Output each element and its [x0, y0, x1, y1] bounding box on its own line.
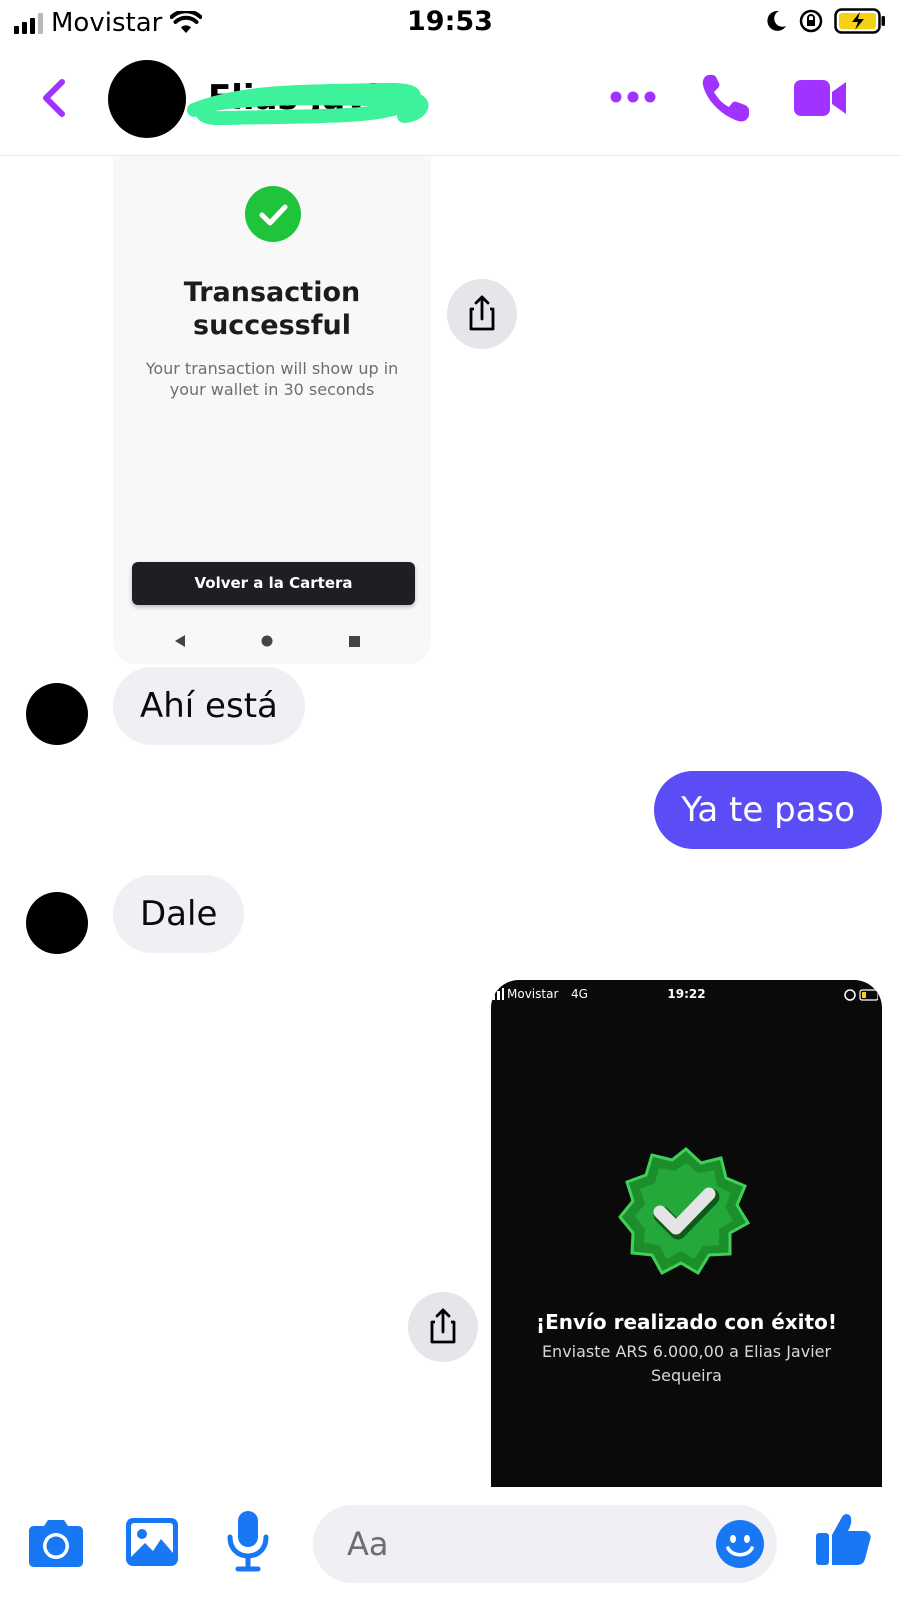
gallery-button[interactable] — [124, 1514, 180, 1570]
rotation-lock-icon — [799, 9, 823, 33]
microphone-button[interactable] — [224, 1509, 272, 1573]
status-bar: Movistar 19:53 — [0, 0, 900, 46]
sender-avatar[interactable] — [26, 683, 88, 745]
battery-icon — [834, 8, 885, 34]
call-button[interactable] — [700, 72, 752, 124]
back-button[interactable] — [34, 76, 74, 120]
wallet-button: Volver a la Cartera — [132, 562, 415, 605]
transaction-subtitle: Your transaction will show up in your wa… — [145, 359, 399, 399]
sender-avatar[interactable] — [26, 892, 88, 954]
video-call-button[interactable] — [792, 76, 848, 120]
chat-header: Elias Javier — [0, 46, 900, 156]
image-message-transfer[interactable]: Movistar 4G 19:22 ¡Envío realizado con é… — [491, 980, 882, 1487]
screenshot-time: 19:22 — [667, 987, 706, 1001]
message-bubble-received[interactable]: Ahí está — [113, 667, 305, 745]
share-icon — [430, 1308, 456, 1344]
emoji-button[interactable] — [715, 1519, 765, 1569]
message-composer: Aa — [0, 1487, 900, 1600]
image-message-transaction[interactable]: Transaction successful Your transaction … — [113, 156, 431, 664]
like-button[interactable] — [814, 1509, 872, 1567]
status-right — [764, 8, 886, 34]
transaction-title: Transaction successful — [183, 277, 361, 341]
share-icon — [469, 295, 495, 331]
share-button[interactable] — [408, 1292, 478, 1362]
more-options-button[interactable] — [608, 82, 658, 112]
contact-avatar[interactable] — [108, 60, 186, 138]
verified-badge-icon — [618, 1147, 751, 1276]
message-bubble-received[interactable]: Dale — [113, 875, 245, 953]
rotation-lock-icon — [844, 989, 878, 1001]
android-nav-bar — [175, 635, 360, 647]
transfer-subtitle: Enviaste ARS 6.000,00 a Elias Javier Seq… — [541, 1342, 832, 1385]
screenshot-status-bar: Movistar 4G 19:22 — [491, 984, 882, 1006]
success-check-icon — [245, 186, 301, 242]
message-input-placeholder: Aa — [347, 1525, 389, 1563]
camera-button[interactable] — [28, 1514, 84, 1570]
redaction-scribble — [187, 82, 429, 126]
transfer-title: ¡Envío realizado con éxito! — [536, 1310, 837, 1334]
message-input[interactable]: Aa — [313, 1505, 777, 1583]
moon-icon — [767, 10, 786, 31]
message-bubble-sent[interactable]: Ya te paso — [654, 771, 882, 849]
share-button[interactable] — [447, 279, 517, 349]
